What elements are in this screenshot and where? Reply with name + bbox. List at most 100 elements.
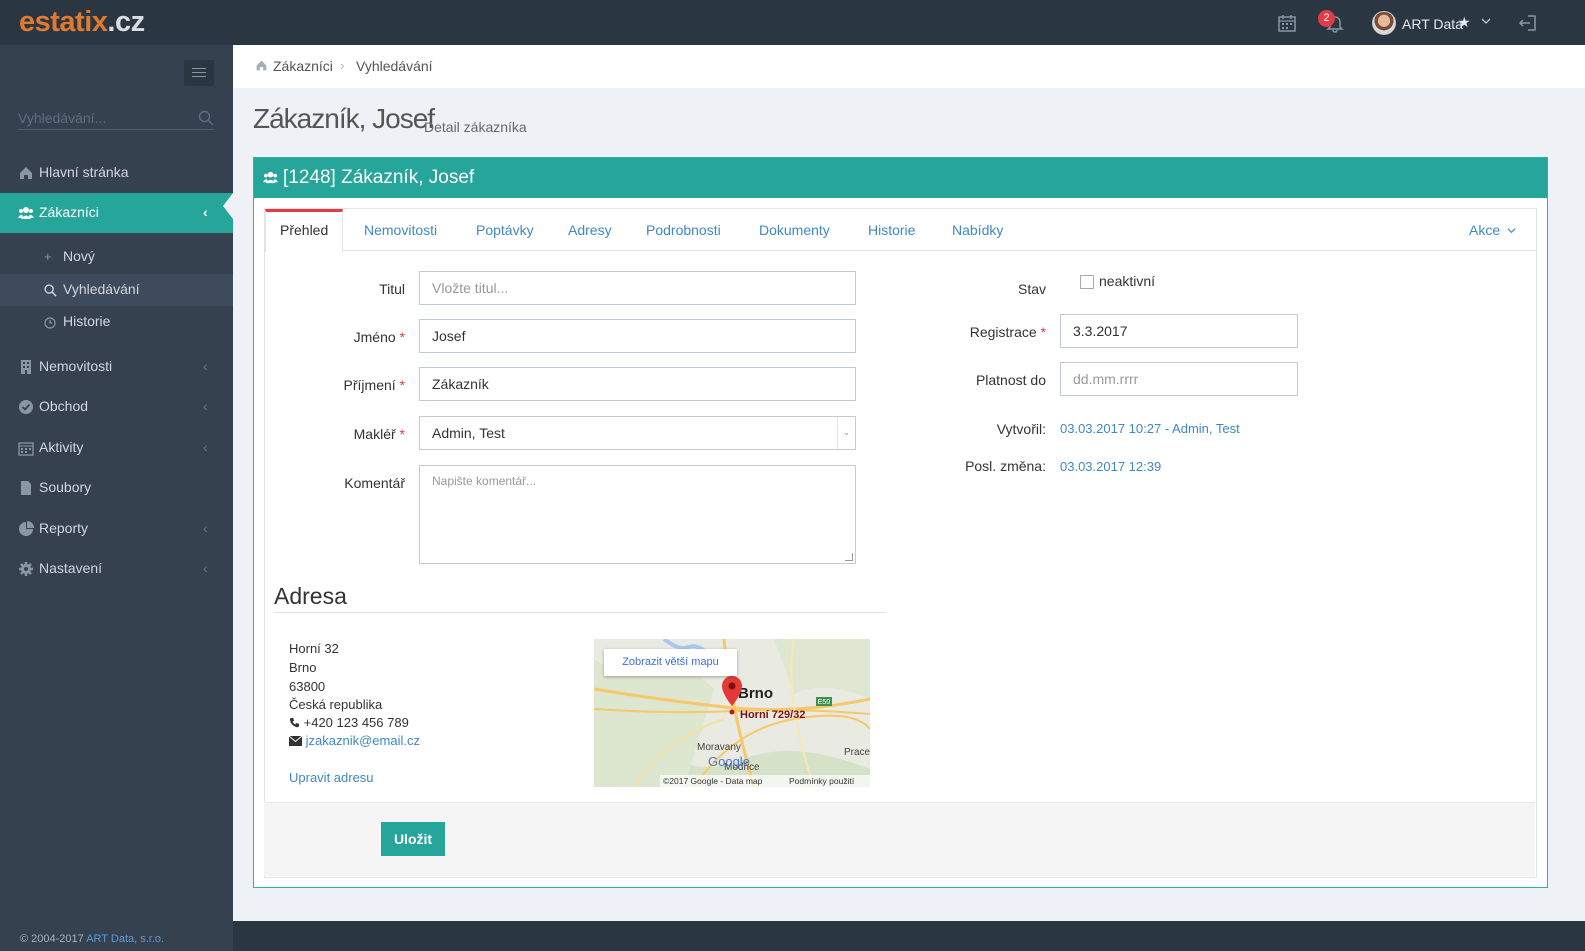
- sidebar-subitem-vyhledavani[interactable]: Vyhledávání: [0, 274, 233, 306]
- sidebar-item-nastaveni[interactable]: Nastavení ‹: [0, 549, 233, 589]
- search-icon[interactable]: [198, 110, 214, 126]
- form-actions: [264, 802, 1535, 876]
- divider: [274, 612, 886, 613]
- neaktivni-label[interactable]: neaktivní: [1099, 273, 1155, 289]
- prijmeni-input[interactable]: Zákazník: [419, 367, 856, 401]
- sidebar-subitem-historie[interactable]: Historie: [0, 306, 233, 338]
- map-place-label: Prace: [844, 747, 870, 758]
- google-logo: Google: [708, 754, 750, 769]
- gear-icon: [19, 562, 33, 576]
- sidebar-item-label: Obchod: [39, 398, 89, 414]
- envelope-icon: [288, 735, 303, 746]
- chevron-left-icon: ‹: [203, 520, 208, 536]
- platnost-input[interactable]: dd.mm.rrrr: [1060, 362, 1298, 396]
- home-icon: [20, 167, 32, 179]
- plus-icon: +: [44, 249, 52, 264]
- sidebar-item-reporty[interactable]: Reporty ‹: [0, 509, 233, 549]
- breadcrumb-item-zakaznici[interactable]: Zákazníci: [273, 58, 333, 74]
- resize-handle[interactable]: [845, 553, 853, 561]
- save-button[interactable]: Uložit: [381, 822, 445, 856]
- email-link[interactable]: jzakaznik@email.cz: [306, 733, 420, 748]
- tab-bar: Přehled Nemovitosti Poptávky Adresy Podr…: [265, 209, 1536, 252]
- sidebar-footer: © 2004-2017 ART Data, s.r.o.: [20, 933, 165, 945]
- sidebar: Vyhledávání... Hlavní stránka Zákazníci …: [0, 45, 233, 951]
- makler-label: Makléř *: [353, 426, 405, 442]
- address-zip: 63800: [289, 679, 326, 694]
- sidebar-item-soubory[interactable]: Soubory: [0, 468, 233, 508]
- footer-bar: [233, 921, 1585, 951]
- sidebar-search-input[interactable]: Vyhledávání...: [18, 108, 214, 130]
- jmeno-label: Jméno *: [353, 329, 405, 345]
- map-copyright: ©2017 Google - Data map: [663, 776, 763, 786]
- file-icon: [21, 481, 31, 495]
- platnost-label: Platnost do: [975, 372, 1046, 388]
- vytvoril-value[interactable]: 03.03.2017 10:27 - Admin, Test: [1060, 421, 1240, 436]
- tab-adresy[interactable]: Adresy: [568, 222, 612, 238]
- sidebar-item-label: Nastavení: [39, 560, 103, 576]
- calendar-icon[interactable]: [1276, 12, 1298, 34]
- tab-prehled[interactable]: Přehled: [265, 209, 344, 252]
- page-title: Zákazník, Josef: [253, 103, 435, 134]
- larger-map-button[interactable]: Zobrazit větší mapu: [604, 649, 737, 676]
- tab-nabidky[interactable]: Nabídky: [952, 222, 1003, 238]
- sidebar-subitem-label: Historie: [63, 313, 111, 329]
- posl-zmena-value[interactable]: 03.03.2017 12:39: [1060, 459, 1161, 474]
- titul-label: Titul: [379, 281, 405, 297]
- chevron-left-icon: ‹: [203, 398, 208, 414]
- road-label: E50: [818, 699, 831, 706]
- sidebar-item-hlavni-stranka[interactable]: Hlavní stránka: [0, 153, 233, 193]
- footer-link[interactable]: ART Data, s.r.o.: [86, 933, 164, 945]
- address-country: Česká republika: [289, 697, 383, 712]
- sidebar-item-obchod[interactable]: Obchod ‹: [0, 387, 233, 427]
- komentar-textarea[interactable]: Napište komentář...: [419, 465, 856, 564]
- chevron-down-icon[interactable]: [1481, 16, 1491, 26]
- chevron-down-icon[interactable]: ⌄: [837, 417, 855, 449]
- sidebar-item-nemovitosti[interactable]: Nemovitosti ‹: [0, 347, 233, 387]
- sidebar-subitem-novy[interactable]: + Nový: [0, 241, 233, 273]
- user-name[interactable]: ART Data: [1402, 16, 1463, 32]
- sidebar-item-zakaznici[interactable]: Zákazníci ‹: [0, 193, 233, 233]
- tab-historie[interactable]: Historie: [868, 222, 915, 238]
- calendar-icon: [18, 442, 34, 456]
- actions-dropdown[interactable]: Akce: [1469, 222, 1516, 238]
- posl-zmena-label: Posl. změna:: [965, 458, 1046, 474]
- users-icon: [18, 207, 34, 219]
- titul-input[interactable]: Vložte titul...: [419, 271, 856, 305]
- sidebar-item-label: Zákazníci: [39, 204, 99, 220]
- sidebar-item-label: Hlavní stránka: [39, 164, 129, 180]
- registrace-input[interactable]: 3.3.2017: [1060, 314, 1298, 348]
- phone-icon: [289, 717, 300, 728]
- breadcrumb-item-vyhledavani[interactable]: Vyhledávání: [356, 58, 433, 74]
- portlet-header: [1248] Zákazník, Josef: [254, 158, 1547, 198]
- notification-badge[interactable]: 2: [1318, 10, 1335, 27]
- tab-dokumenty[interactable]: Dokumenty: [759, 222, 830, 238]
- logout-icon[interactable]: [1517, 12, 1539, 34]
- building-icon: [21, 360, 31, 374]
- tab-nemovitosti[interactable]: Nemovitosti: [364, 222, 437, 238]
- avatar[interactable]: [1372, 11, 1396, 35]
- address-title: Adresa: [274, 583, 347, 609]
- search-icon: [44, 284, 57, 297]
- edit-address-link[interactable]: Upravit adresu: [289, 770, 374, 785]
- breadcrumb-separator: ›: [340, 58, 345, 73]
- star-icon: ★: [1458, 14, 1471, 30]
- check-circle-icon: [19, 400, 33, 414]
- tab-poptavky[interactable]: Poptávky: [476, 222, 534, 238]
- brand-logo[interactable]: estatix.cz: [19, 6, 145, 39]
- active-indicator: [223, 193, 233, 219]
- sidebar-toggle-button[interactable]: [184, 60, 214, 86]
- sidebar-item-label: Aktivity: [39, 439, 84, 455]
- jmeno-input[interactable]: Josef: [419, 319, 856, 353]
- neaktivni-checkbox[interactable]: [1080, 275, 1094, 289]
- breadcrumb: Zákazníci › Vyhledávání: [233, 45, 1585, 88]
- sidebar-item-aktivity[interactable]: Aktivity ‹: [0, 428, 233, 468]
- sidebar-item-label: Reporty: [39, 520, 89, 536]
- sidebar-item-label: Soubory: [39, 479, 92, 495]
- tab-podrobnosti[interactable]: Podrobnosti: [646, 222, 721, 238]
- clock-icon: [44, 317, 56, 329]
- chevron-left-icon: ‹: [203, 439, 208, 455]
- chevron-left-icon: ‹: [203, 560, 208, 576]
- address-street: Horní 32: [289, 641, 339, 656]
- makler-select[interactable]: Admin, Test: [419, 416, 856, 450]
- map-terms-link: Podmínky použití: [789, 776, 855, 786]
